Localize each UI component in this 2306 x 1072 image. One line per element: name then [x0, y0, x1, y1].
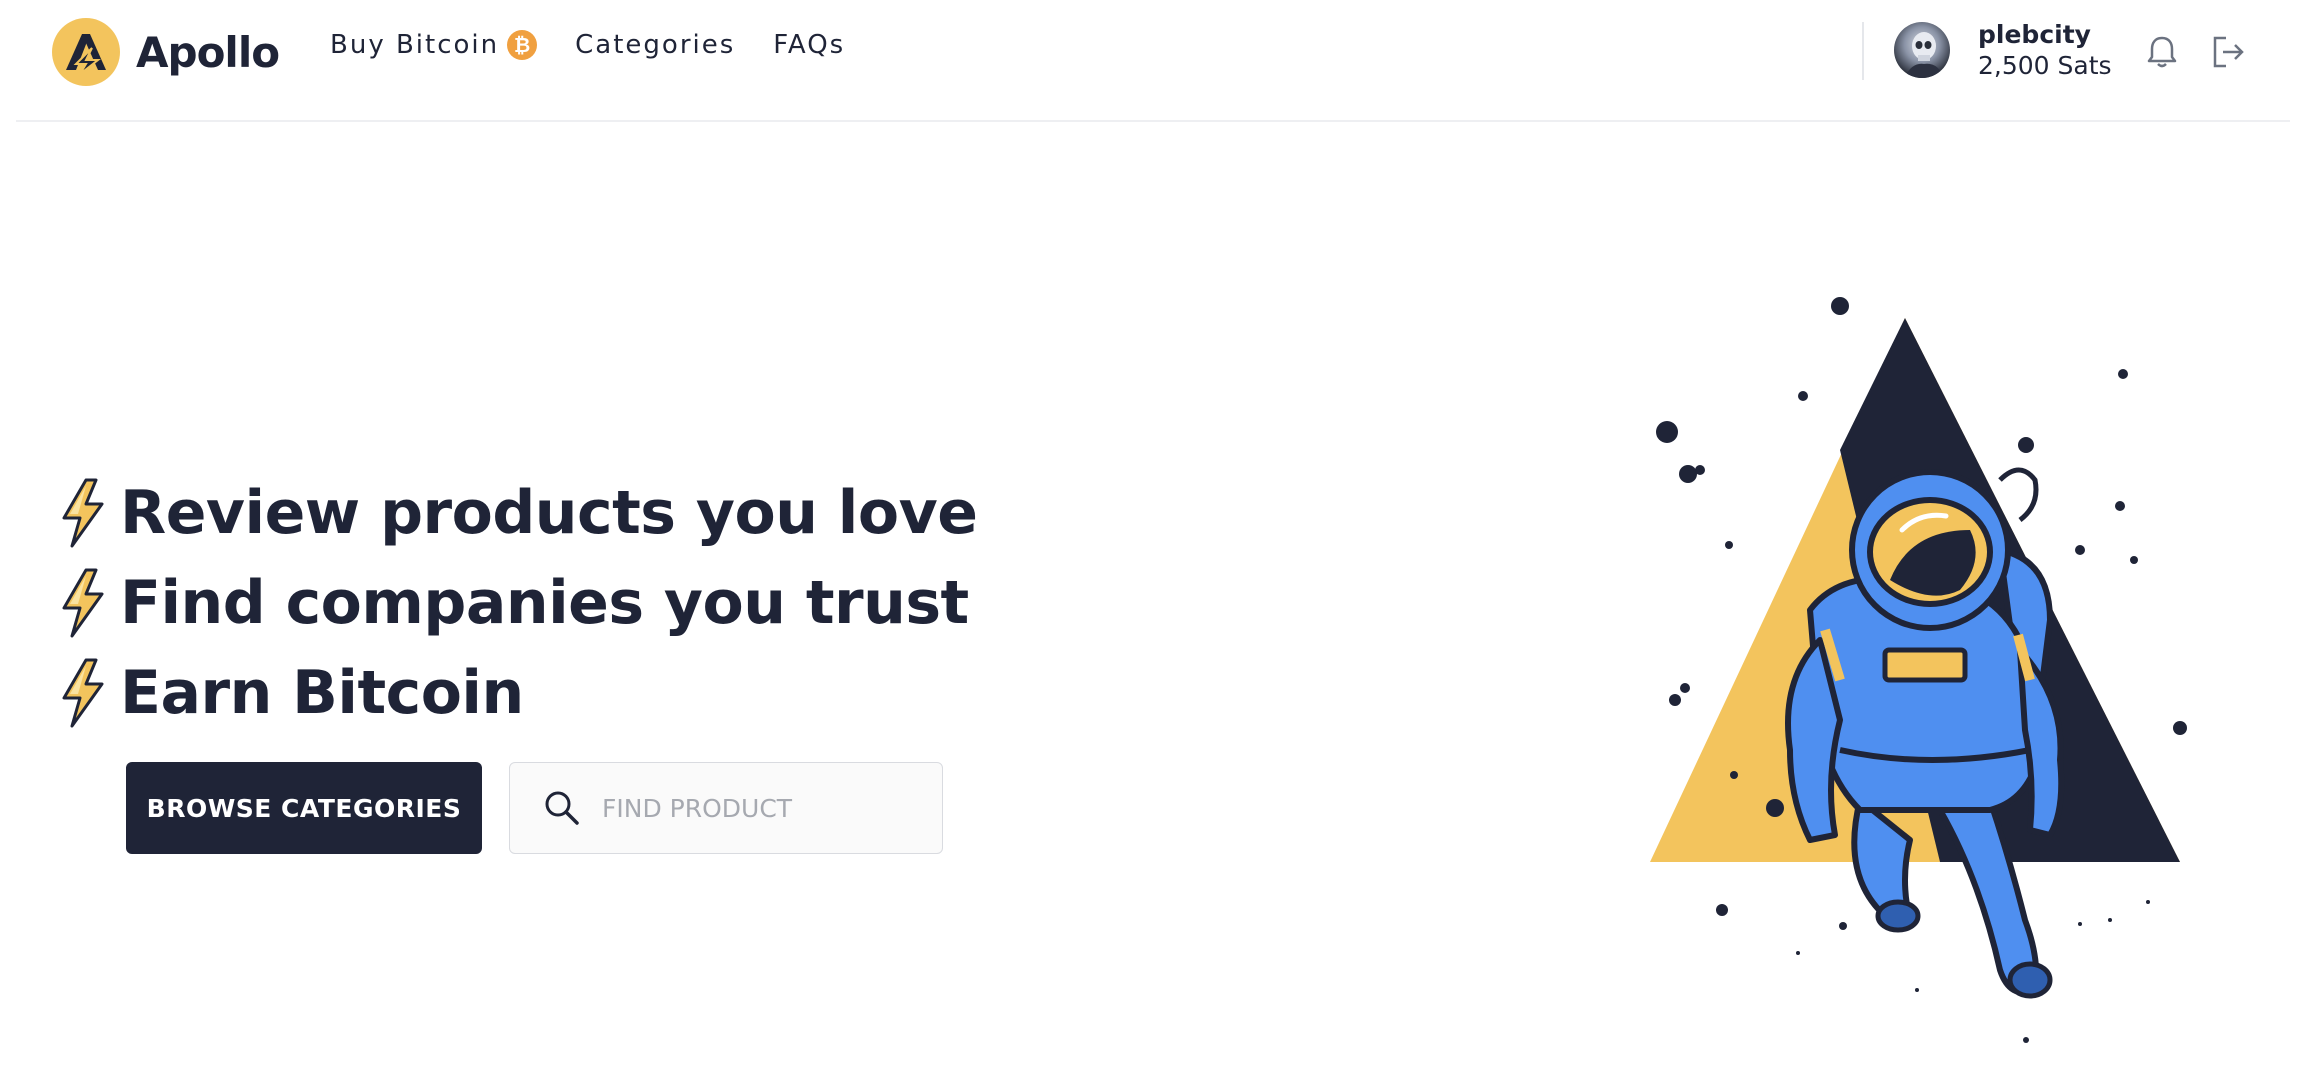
bitcoin-icon: ₿ — [507, 30, 538, 60]
logo-icon — [52, 18, 120, 86]
hero-line: Earn Bitcoin — [56, 648, 977, 738]
lightning-icon — [62, 478, 104, 548]
lightning-icon — [62, 658, 104, 728]
avatar[interactable] — [1894, 22, 1950, 78]
browse-categories-button[interactable]: BROWSE CATEGORIES — [126, 762, 482, 854]
bell-icon[interactable] — [2140, 30, 2184, 74]
hero-line-text: Find companies you trust — [120, 568, 969, 638]
nav-categories[interactable]: Categories — [575, 30, 735, 60]
top-navbar: Apollo Buy Bitcoin ₿ Categories FAQs ple… — [16, 0, 2290, 122]
hero-line-text: Earn Bitcoin — [120, 658, 524, 728]
hero-line: Find companies you trust — [56, 558, 977, 648]
logout-icon[interactable] — [2206, 30, 2250, 74]
sats-balance: 2,500 Sats — [1978, 51, 2112, 80]
hero-headline: Review products you love Find companies … — [56, 468, 978, 738]
product-search[interactable] — [509, 762, 943, 854]
user-info[interactable]: plebcity 2,500 Sats — [1978, 20, 2112, 80]
search-icon — [545, 791, 579, 825]
header-divider — [1862, 22, 1864, 80]
nav-faqs[interactable]: FAQs — [773, 30, 845, 60]
nav-buy-bitcoin[interactable]: Buy Bitcoin ₿ — [330, 30, 538, 60]
brand-logo[interactable]: Apollo — [52, 18, 280, 86]
hero-line-text: Review products you love — [120, 478, 978, 548]
brand-name: Apollo — [136, 27, 280, 77]
search-input[interactable] — [600, 792, 924, 824]
main-nav: Buy Bitcoin ₿ Categories FAQs — [330, 30, 883, 60]
astronaut-illustration — [1650, 297, 2187, 1043]
lightning-icon — [62, 568, 104, 638]
hero-line: Review products you love — [56, 468, 978, 558]
username: plebcity — [1978, 20, 2091, 49]
nav-buy-bitcoin-label: Buy Bitcoin — [330, 30, 500, 60]
